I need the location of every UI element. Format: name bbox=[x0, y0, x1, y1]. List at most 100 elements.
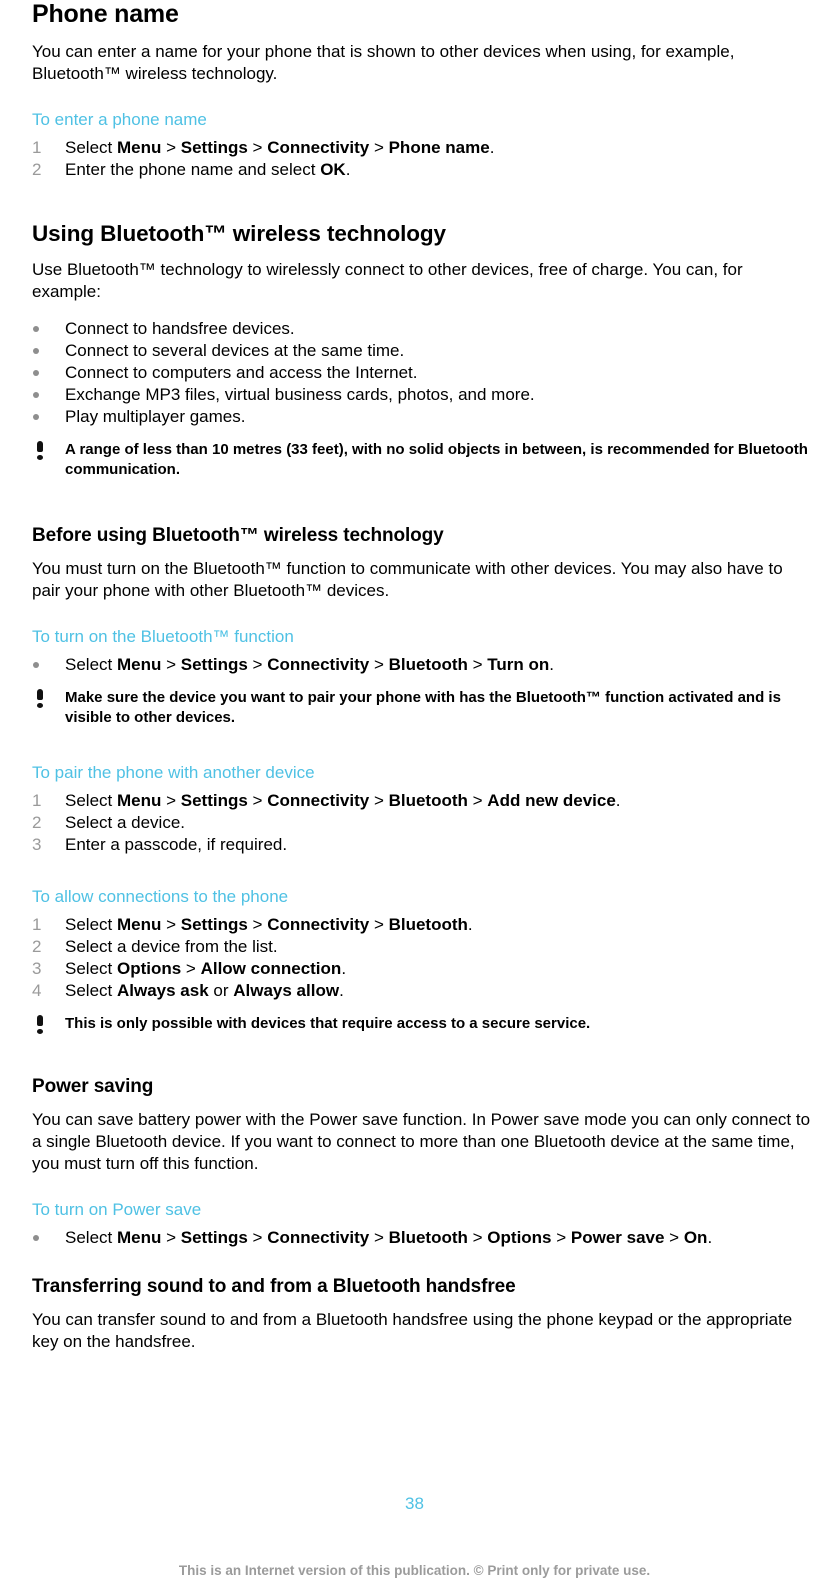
task-heading-turn-on-power-save: To turn on Power save bbox=[32, 1200, 202, 1219]
exclamation-note-icon bbox=[36, 689, 44, 708]
ui-path-item: Settings bbox=[180, 1228, 248, 1247]
list-item: 1 Select Menu > Settings > Connectivity … bbox=[32, 790, 815, 812]
step-text: Select a device from the list. bbox=[65, 937, 278, 956]
ui-path-item: Bluetooth bbox=[388, 915, 468, 934]
step-prefix: Select bbox=[65, 138, 117, 157]
bullet-dot-icon bbox=[32, 362, 54, 384]
step-suffix: . bbox=[615, 791, 621, 810]
bullet-dot-icon bbox=[32, 318, 54, 340]
step-suffix: . bbox=[549, 655, 555, 674]
step-prefix: Select bbox=[65, 959, 117, 978]
ui-path-item: Connectivity bbox=[267, 138, 370, 157]
step-text: Select Options > Allow connection. bbox=[65, 959, 347, 978]
ui-path-item: Connectivity bbox=[267, 655, 370, 674]
ui-path-item: Options bbox=[487, 1228, 552, 1247]
section-heading-using-bluetooth: Using Bluetooth™ wireless technology bbox=[32, 221, 446, 246]
task-heading-pair-device: To pair the phone with another device bbox=[32, 763, 315, 782]
step-suffix: . bbox=[339, 981, 344, 1000]
step-number: 2 bbox=[32, 937, 42, 956]
section-heading-transferring-sound: Transferring sound to and from a Bluetoo… bbox=[32, 1276, 516, 1297]
task-heading-enter-phone-name: To enter a phone name bbox=[32, 110, 207, 129]
steps-allow-connections: 1 Select Menu > Settings > Connectivity … bbox=[32, 914, 815, 1002]
ui-path-item: Menu bbox=[116, 655, 162, 674]
bullet-dot-icon bbox=[32, 1227, 54, 1249]
ui-path-item: Menu bbox=[116, 791, 162, 810]
bullets-turn-on-power-save: Select Menu > Settings > Connectivity > … bbox=[32, 1227, 815, 1249]
step-text: Enter a passcode, if required. bbox=[65, 835, 288, 854]
ui-path-item: Settings bbox=[180, 655, 248, 674]
bullet-text: Connect to handsfree devices. bbox=[65, 319, 295, 338]
note-text: This is only possible with devices that … bbox=[65, 1015, 591, 1032]
step-prefix: Select bbox=[65, 981, 117, 1000]
exclamation-note-icon bbox=[36, 1015, 44, 1034]
ui-path-item: Settings bbox=[180, 138, 248, 157]
list-item: Select Menu > Settings > Connectivity > … bbox=[32, 654, 815, 676]
note-pair-visibility: Make sure the device you want to pair yo… bbox=[32, 688, 815, 728]
bullet-text: Select Menu > Settings > Connectivity > … bbox=[65, 1228, 713, 1247]
step-prefix: Enter the phone name and select bbox=[65, 160, 321, 179]
ui-path-item: Menu bbox=[116, 138, 162, 157]
task-heading-allow-connections: To allow connections to the phone bbox=[32, 887, 289, 906]
section-heading-phone-name: Phone name bbox=[32, 0, 179, 28]
step-prefix: Select bbox=[65, 915, 117, 934]
ui-path-item: Options bbox=[116, 959, 182, 978]
list-item: Connect to handsfree devices. bbox=[32, 318, 815, 340]
page-content: Phone name You can enter a name for your… bbox=[32, 0, 815, 1353]
ui-path-item: Bluetooth bbox=[388, 1228, 468, 1247]
step-number: 1 bbox=[32, 138, 42, 157]
step-number: 3 bbox=[32, 835, 42, 854]
bullet-text: Connect to several devices at the same t… bbox=[65, 341, 405, 360]
paragraph-phone-name-intro: You can enter a name for your phone that… bbox=[32, 42, 735, 83]
ui-path-item: On bbox=[683, 1228, 708, 1247]
list-item: 1 Select Menu > Settings > Connectivity … bbox=[32, 914, 815, 936]
ui-path-item: Always allow bbox=[233, 981, 340, 1000]
step-suffix: . bbox=[707, 1228, 713, 1247]
list-item: Exchange MP3 files, virtual business car… bbox=[32, 384, 815, 406]
step-number: 2 bbox=[32, 160, 42, 179]
bullets-using-bluetooth: Connect to handsfree devices. Connect to… bbox=[32, 318, 815, 428]
section-heading-before-using: Before using Bluetooth™ wireless technol… bbox=[32, 525, 444, 546]
steps-pair-device: 1 Select Menu > Settings > Connectivity … bbox=[32, 790, 815, 856]
step-number: 1 bbox=[32, 791, 42, 810]
step-text: Enter the phone name and select OK. bbox=[65, 160, 350, 179]
list-item: Select Menu > Settings > Connectivity > … bbox=[32, 1227, 815, 1249]
ui-path-item: Add new device bbox=[487, 791, 616, 810]
list-item: 2 Select a device. bbox=[32, 812, 815, 834]
ui-path-item: Allow connection bbox=[200, 959, 342, 978]
list-item: Connect to several devices at the same t… bbox=[32, 340, 815, 362]
list-item: Play multiplayer games. bbox=[32, 406, 815, 428]
note-text: Make sure the device you want to pair yo… bbox=[65, 689, 781, 726]
list-item: 3 Enter a passcode, if required. bbox=[32, 834, 815, 856]
step-number: 4 bbox=[32, 981, 42, 1000]
step-prefix: Select bbox=[65, 791, 117, 810]
step-number: 2 bbox=[32, 813, 42, 832]
note-text: A range of less than 10 metres (33 feet)… bbox=[65, 441, 808, 478]
note-secure-service: This is only possible with devices that … bbox=[32, 1014, 815, 1034]
ui-path-item: Bluetooth bbox=[388, 791, 468, 810]
section-heading-power-saving: Power saving bbox=[32, 1076, 154, 1097]
step-joiner: or bbox=[208, 981, 234, 1000]
page-number: 38 bbox=[405, 1494, 424, 1513]
ui-path-item: Settings bbox=[180, 791, 248, 810]
ui-path-item: Menu bbox=[116, 1228, 162, 1247]
ui-path-item: Phone name bbox=[388, 138, 490, 157]
step-suffix: . bbox=[345, 160, 351, 179]
step-number: 3 bbox=[32, 959, 42, 978]
step-text: Select Always ask or Always allow. bbox=[65, 981, 344, 1000]
list-item: 4 Select Always ask or Always allow. bbox=[32, 980, 815, 1002]
task-heading-turn-on-bluetooth: To turn on the Bluetooth™ function bbox=[32, 627, 294, 646]
paragraph-power-saving-intro: You can save battery power with the Powe… bbox=[32, 1110, 811, 1173]
footer-copyright-note: This is an Internet version of this publ… bbox=[178, 1563, 651, 1578]
list-item: Connect to computers and access the Inte… bbox=[32, 362, 815, 384]
ui-path-item: OK bbox=[320, 160, 346, 179]
step-prefix: Select bbox=[65, 1228, 117, 1247]
ui-path-item: Turn on bbox=[487, 655, 550, 674]
bullet-dot-icon bbox=[32, 384, 54, 406]
bullet-text: Select Menu > Settings > Connectivity > … bbox=[65, 655, 555, 674]
note-bluetooth-range: A range of less than 10 metres (33 feet)… bbox=[32, 440, 815, 480]
exclamation-note-icon bbox=[36, 441, 44, 460]
paragraph-using-bluetooth-intro: Use Bluetooth™ technology to wirelessly … bbox=[32, 260, 743, 301]
step-prefix: Select bbox=[65, 655, 117, 674]
step-text: Select Menu > Settings > Connectivity > … bbox=[65, 791, 621, 810]
step-suffix: . bbox=[489, 138, 495, 157]
